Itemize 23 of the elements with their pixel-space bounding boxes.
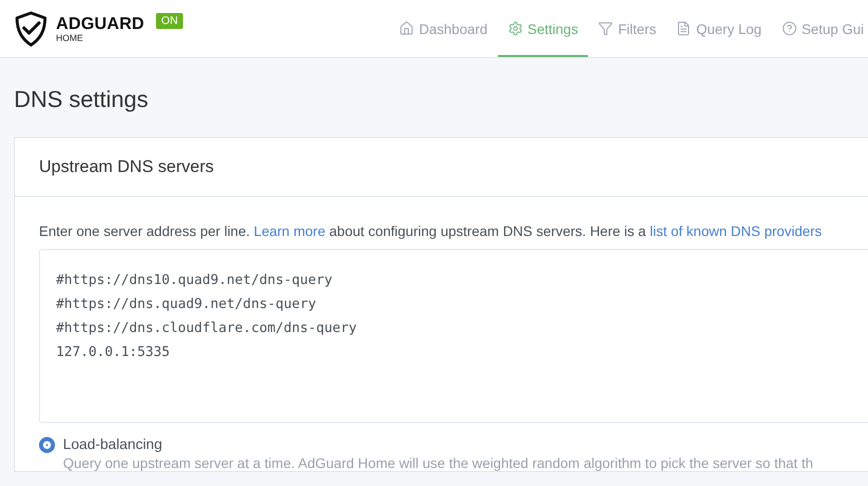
status-badge: ON (156, 12, 183, 28)
radio-label: Load-balancing (63, 437, 162, 453)
radio-button[interactable] (39, 437, 55, 453)
help-text: Enter one server address per line. Learn more about configuring upstream DNS servers. Here is a list of known DNS providers (39, 223, 823, 239)
page-title: DNS settings (13, 85, 150, 114)
settings-icon (508, 21, 522, 36)
mode-description: Query one upstream server at a time. AdGuard Home will use the weighted random algorithm to pick the server so that th (63, 455, 814, 471)
help-icon (782, 21, 797, 36)
nav-tab[interactable]: Dashboard (389, 0, 498, 57)
document-icon (676, 21, 692, 36)
nav-tab[interactable]: Filters (588, 0, 666, 57)
help-link[interactable]: Learn more (254, 223, 326, 239)
help-link[interactable]: list of known DNS providers (650, 223, 822, 239)
nav-tab[interactable]: Query Log (666, 0, 772, 57)
brand-name: ADGUARD (56, 14, 144, 32)
nav-tab[interactable]: Settings (498, 0, 588, 57)
brand-subtitle: HOME (56, 34, 84, 42)
funnel-icon (598, 21, 614, 36)
upstream-servers-field[interactable]: #https://dns10.quad9.net/dns-query #https://dns.quad9.net/dns-query #https://dns.cloudflare.com/dns-query 127.0.0.1:5335 (39, 249, 868, 423)
card-title: Upstream DNS servers (15, 138, 868, 197)
nav-tab[interactable]: Setup Gui (772, 0, 868, 57)
shield-check-icon (14, 10, 48, 46)
house-icon (399, 21, 414, 36)
